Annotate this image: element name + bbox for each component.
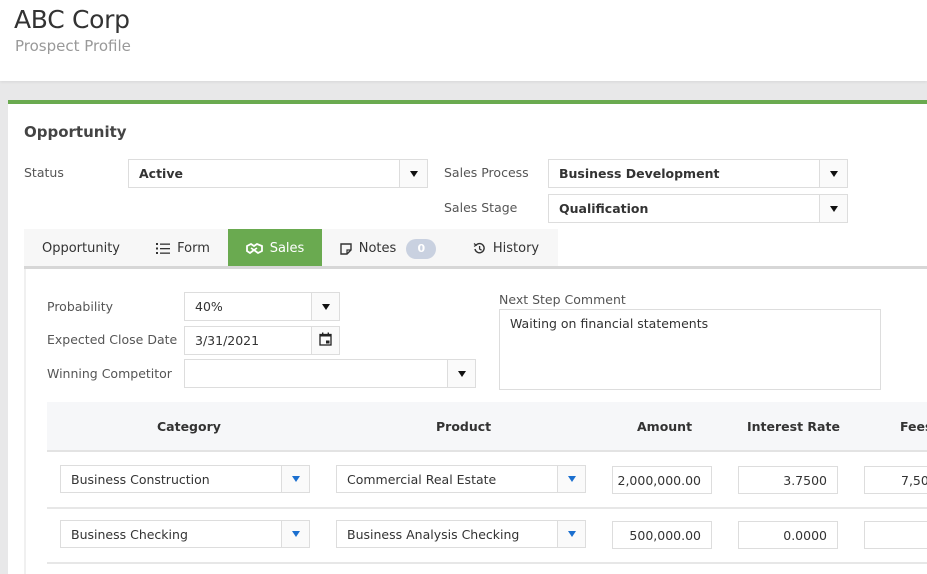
amount-input[interactable]: 2,000,000.00 xyxy=(612,466,712,494)
category-select[interactable]: Business Construction xyxy=(60,465,310,493)
status-value: Active xyxy=(139,166,183,181)
product-dropdown-button[interactable] xyxy=(557,466,585,492)
next-step-comment-label: Next Step Comment xyxy=(499,292,626,307)
next-step-comment-textarea[interactable]: Waiting on financial statements xyxy=(499,309,881,390)
interest-rate-input[interactable]: 0.0000 xyxy=(738,521,838,549)
status-label: Status xyxy=(24,165,64,180)
interest-rate-value: 0.0000 xyxy=(783,528,827,543)
history-icon xyxy=(473,242,486,255)
tab-history[interactable]: History xyxy=(454,229,558,268)
caret-down-icon xyxy=(567,476,576,482)
page-subtitle: Prospect Profile xyxy=(15,37,131,55)
sales-stage-value: Qualification xyxy=(559,201,649,216)
product-select[interactable]: Commercial Real Estate xyxy=(336,465,586,493)
tab-sales[interactable]: Sales xyxy=(228,229,322,268)
caret-down-icon xyxy=(291,476,300,482)
tab-opportunity[interactable]: Opportunity xyxy=(24,229,138,268)
column-header-interest-rate: Interest Rate xyxy=(747,419,840,434)
fees-input[interactable]: 7,50 xyxy=(864,466,927,494)
sales-process-select[interactable]: Business Development xyxy=(548,159,848,188)
caret-down-icon xyxy=(457,370,466,377)
column-header-category: Category xyxy=(157,419,221,434)
tab-notes[interactable]: Notes 0 xyxy=(322,229,454,268)
row-divider xyxy=(47,507,927,509)
probability-select[interactable]: 40% xyxy=(184,292,340,321)
tab-label: History xyxy=(492,241,540,256)
category-dropdown-button[interactable] xyxy=(281,521,309,547)
caret-down-icon xyxy=(409,170,418,177)
notes-count-badge: 0 xyxy=(406,238,437,259)
product-value: Commercial Real Estate xyxy=(347,472,497,487)
pane-left-border xyxy=(24,269,26,574)
tab-label: Opportunity xyxy=(41,241,120,256)
category-value: Business Checking xyxy=(71,527,188,542)
sales-stage-dropdown-button[interactable] xyxy=(819,195,847,222)
amount-value: 2,000,000.00 xyxy=(617,473,702,488)
winning-competitor-label: Winning Competitor xyxy=(47,366,172,381)
winning-competitor-dropdown-button[interactable] xyxy=(447,360,475,387)
product-select[interactable]: Business Analysis Checking xyxy=(336,520,586,548)
caret-down-icon xyxy=(829,205,838,212)
product-dropdown-button[interactable] xyxy=(557,521,585,547)
caret-down-icon xyxy=(291,531,300,537)
column-header-fees: Fees xyxy=(900,419,927,434)
tab-label: Sales xyxy=(269,241,305,256)
amount-value: 500,000.00 xyxy=(629,528,701,543)
interest-rate-input[interactable]: 3.7500 xyxy=(738,466,838,494)
caret-down-icon xyxy=(567,531,576,537)
amount-input[interactable]: 500,000.00 xyxy=(612,521,712,549)
tab-label: Form xyxy=(177,241,210,256)
row-divider xyxy=(47,562,927,564)
sales-stage-label: Sales Stage xyxy=(444,200,518,215)
calendar-icon xyxy=(319,331,332,350)
expected-close-date-input[interactable]: 3/31/2021 xyxy=(184,326,340,355)
status-select[interactable]: Active xyxy=(128,159,428,188)
status-dropdown-button[interactable] xyxy=(399,160,427,187)
page-header: ABC Corp Prospect Profile xyxy=(0,0,927,81)
expected-close-date-value: 3/31/2021 xyxy=(195,333,260,348)
tab-bar: Opportunity Form Sales Notes 0 History xyxy=(24,229,558,268)
section-title: Opportunity xyxy=(24,123,127,141)
category-select[interactable]: Business Checking xyxy=(60,520,310,548)
next-step-comment-value: Waiting on financial statements xyxy=(510,316,709,331)
caret-down-icon xyxy=(321,303,330,310)
page-title: ABC Corp xyxy=(14,5,130,34)
fees-value: 7,50 xyxy=(901,473,927,488)
fees-input[interactable] xyxy=(864,521,927,549)
column-header-product: Product xyxy=(436,419,492,434)
tab-divider xyxy=(24,266,927,269)
handshake-icon xyxy=(245,243,263,254)
sales-process-dropdown-button[interactable] xyxy=(819,160,847,187)
category-value: Business Construction xyxy=(71,472,210,487)
products-table-header: Category Product Amount Interest Rate Fe… xyxy=(47,402,927,452)
category-dropdown-button[interactable] xyxy=(281,466,309,492)
column-header-amount: Amount xyxy=(637,419,693,434)
probability-label: Probability xyxy=(47,299,114,314)
note-icon xyxy=(340,242,352,255)
sales-process-value: Business Development xyxy=(559,166,720,181)
caret-down-icon xyxy=(829,170,838,177)
probability-value: 40% xyxy=(195,299,223,314)
probability-dropdown-button[interactable] xyxy=(311,293,339,320)
sales-stage-select[interactable]: Qualification xyxy=(548,194,848,223)
tab-form[interactable]: Form xyxy=(138,229,228,268)
list-icon xyxy=(156,243,171,254)
calendar-button[interactable] xyxy=(311,327,339,354)
tab-label: Notes xyxy=(358,241,397,256)
winning-competitor-select[interactable] xyxy=(184,359,476,388)
sales-process-label: Sales Process xyxy=(444,165,529,180)
product-value: Business Analysis Checking xyxy=(347,527,520,542)
expected-close-date-label: Expected Close Date xyxy=(47,332,178,347)
interest-rate-value: 3.7500 xyxy=(783,473,827,488)
